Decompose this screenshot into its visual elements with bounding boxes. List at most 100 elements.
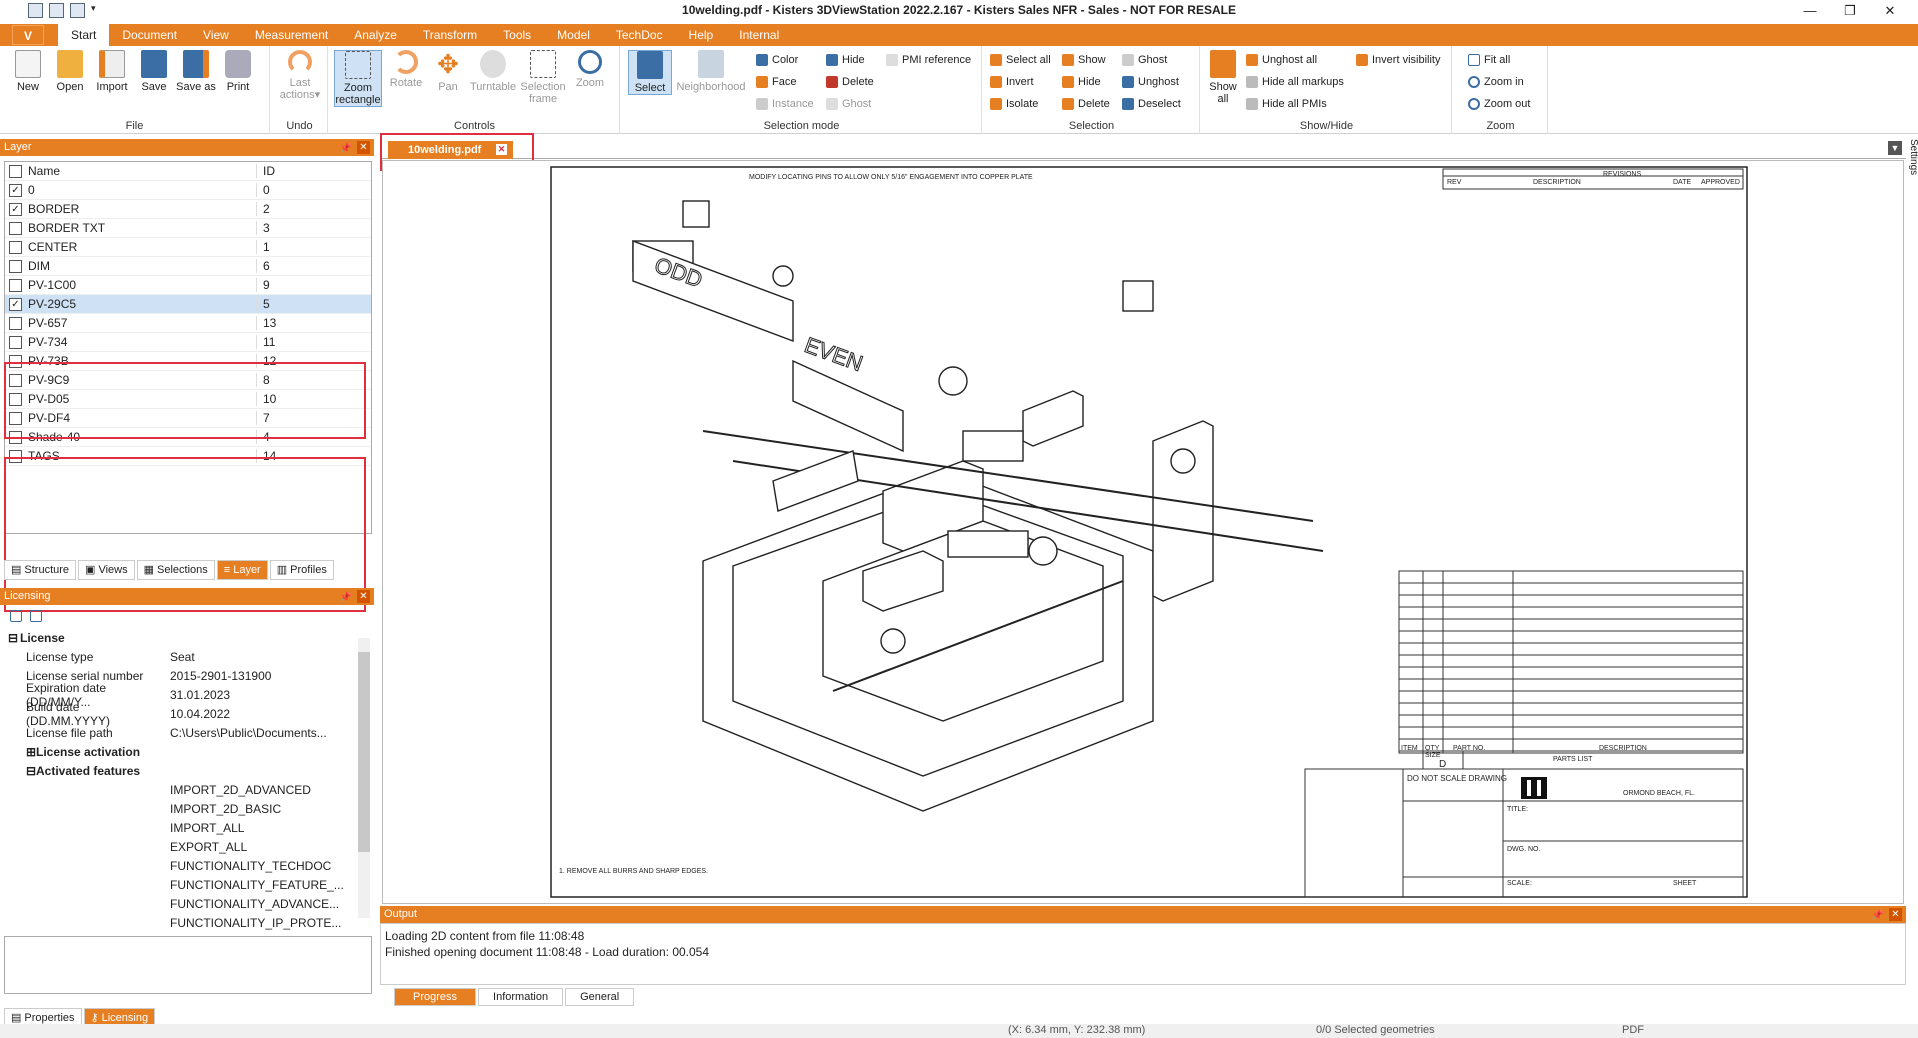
pmi-reference-button[interactable]: PMI reference [886, 52, 971, 68]
column-header-name[interactable]: Name [28, 164, 256, 178]
zoom-in-button[interactable]: Zoom in [1468, 74, 1524, 90]
layer-visibility-checkbox[interactable] [9, 259, 22, 273]
last-actions-button[interactable]: Last actions▾ [276, 50, 324, 101]
invert-visibility-button[interactable]: Invert visibility [1356, 52, 1440, 68]
pin-icon[interactable]: 📌 [340, 140, 352, 157]
layer-visibility-checkbox[interactable] [9, 278, 22, 292]
layer-visibility-checkbox[interactable] [9, 221, 22, 235]
scrollbar[interactable] [358, 638, 370, 918]
tab-profiles[interactable]: ▥ Profiles [269, 560, 334, 580]
hide-all-pmis-button[interactable]: Hide all PMIs [1246, 96, 1327, 112]
expand-icon[interactable]: ⊞ [0, 745, 36, 759]
list-item[interactable]: FUNCTIONALITY_FEATURE_... [0, 875, 370, 894]
table-row[interactable]: PV-1C00 9 [5, 276, 371, 295]
pan-button[interactable]: ✥ Pan [428, 50, 468, 93]
table-row[interactable]: BORDER TXT 3 [5, 219, 371, 238]
layer-visibility-checkbox[interactable]: ✓ [9, 202, 22, 216]
menu-model[interactable]: Model [544, 24, 603, 46]
menu-internal[interactable]: Internal [726, 24, 792, 46]
table-row[interactable]: CENTER 1 [5, 238, 371, 257]
show-all-button[interactable]: Show all [1206, 50, 1240, 105]
instance-mode-button[interactable]: Instance [756, 96, 814, 112]
menu-transform[interactable]: Transform [410, 24, 490, 46]
open-button[interactable]: Open [50, 50, 90, 93]
pin-icon[interactable]: 📌 [1872, 907, 1884, 924]
delete-button[interactable]: Delete [1062, 96, 1110, 112]
scrollbar-thumb[interactable] [358, 652, 370, 852]
drawing-viewport[interactable]: MODIFY LOCATING PINS TO ALLOW ONLY 5/16"… [382, 160, 1904, 904]
menu-document[interactable]: Document [109, 24, 190, 46]
categorized-icon[interactable] [10, 610, 22, 622]
menu-start[interactable]: Start [58, 24, 110, 46]
select-all-button[interactable]: Select all [990, 52, 1051, 68]
restore-icon[interactable]: ❐ [1830, 0, 1870, 22]
list-item[interactable]: FUNCTIONALITY_TECHDOC [0, 856, 370, 875]
list-item[interactable]: EXPORT_ALL [0, 837, 370, 856]
pin-icon[interactable]: 📌 [340, 589, 352, 606]
table-row[interactable]: ✓ BORDER 2 [5, 200, 371, 219]
layer-visibility-checkbox[interactable] [9, 240, 22, 254]
layer-visibility-checkbox[interactable] [9, 316, 22, 330]
tab-selections[interactable]: ▦ Selections [136, 560, 215, 580]
hide-all-markups-button[interactable]: Hide all markups [1246, 74, 1344, 90]
tab-layer[interactable]: ≡ Layer [216, 560, 268, 580]
menu-measurement[interactable]: Measurement [242, 24, 341, 46]
list-item[interactable]: IMPORT_2D_ADVANCED [0, 780, 370, 799]
import-button[interactable]: Import [92, 50, 132, 93]
list-item[interactable]: License file path C:\Users\Public\Documen… [0, 723, 370, 742]
close-icon[interactable]: ✕ [1889, 908, 1902, 921]
list-item[interactable]: License type Seat [0, 647, 370, 666]
table-row[interactable]: PV-657 13 [5, 314, 371, 333]
menu-tools[interactable]: Tools [490, 24, 544, 46]
minimize-icon[interactable]: — [1790, 0, 1830, 22]
invert-button[interactable]: Invert [990, 74, 1034, 90]
collapse-icon[interactable]: ⊟ [0, 764, 36, 778]
settings-side-tab[interactable]: Settings [1908, 139, 1918, 199]
chevron-down-icon[interactable]: ▼ [1888, 141, 1902, 155]
selection-frame-button[interactable]: Selection frame [520, 50, 566, 105]
license-activation-row[interactable]: ⊞ License activation [0, 742, 370, 761]
list-item[interactable]: FUNCTIONALITY_IP_PROTE... [0, 913, 370, 932]
neighborhood-button[interactable]: Neighborhood [676, 50, 746, 93]
hide-mode-button[interactable]: Hide [826, 52, 865, 68]
menu-analyze[interactable]: Analyze [341, 24, 410, 46]
color-mode-button[interactable]: Color [756, 52, 798, 68]
activated-features-row[interactable]: ⊟ Activated features [0, 761, 370, 780]
table-row[interactable]: PV-734 11 [5, 333, 371, 352]
ghost-button[interactable]: Ghost [1122, 52, 1167, 68]
save-as-button[interactable]: Save as [176, 50, 216, 93]
alphabetical-icon[interactable] [30, 610, 42, 622]
list-item[interactable]: FUNCTIONALITY_ADVANCE... [0, 894, 370, 913]
close-icon[interactable]: ✕ [357, 590, 370, 603]
unghost-button[interactable]: Unghost [1122, 74, 1179, 90]
new-button[interactable]: New [8, 50, 48, 93]
turntable-button[interactable]: Turntable [470, 50, 516, 93]
hide-button[interactable]: Hide [1062, 74, 1101, 90]
select-all-checkbox[interactable] [9, 164, 22, 178]
show-button[interactable]: Show [1062, 52, 1106, 68]
tab-progress[interactable]: Progress [394, 988, 477, 1006]
layer-visibility-checkbox[interactable]: ✓ [9, 183, 22, 197]
zoom-rectangle-button[interactable]: Zoom rectangle [334, 50, 382, 107]
rotate-button[interactable]: Rotate [386, 50, 426, 89]
table-row[interactable]: ✓ PV-29C5 5 [5, 295, 371, 314]
layer-visibility-checkbox[interactable] [9, 335, 22, 349]
save-button[interactable]: Save [134, 50, 174, 93]
deselect-button[interactable]: Deselect [1122, 96, 1181, 112]
layer-visibility-checkbox[interactable]: ✓ [9, 297, 22, 311]
tab-general[interactable]: General [565, 988, 635, 1006]
fit-all-button[interactable]: Fit all [1468, 52, 1510, 68]
menu-help[interactable]: Help [676, 24, 727, 46]
ghost-mode-button[interactable]: Ghost [826, 96, 871, 112]
app-menu-button[interactable]: V [12, 25, 44, 45]
zoom-button[interactable]: Zoom [570, 50, 610, 89]
tab-structure[interactable]: ▤ Structure [4, 560, 77, 580]
delete-mode-button[interactable]: Delete [826, 74, 874, 90]
license-section[interactable]: ⊟ License [0, 628, 370, 647]
menu-view[interactable]: View [190, 24, 242, 46]
print-button[interactable]: Print [218, 50, 258, 93]
table-row[interactable]: DIM 6 [5, 257, 371, 276]
tab-information[interactable]: Information [478, 988, 564, 1006]
unghost-all-button[interactable]: Unghost all [1246, 52, 1317, 68]
close-icon[interactable]: ✕ [1870, 0, 1910, 22]
